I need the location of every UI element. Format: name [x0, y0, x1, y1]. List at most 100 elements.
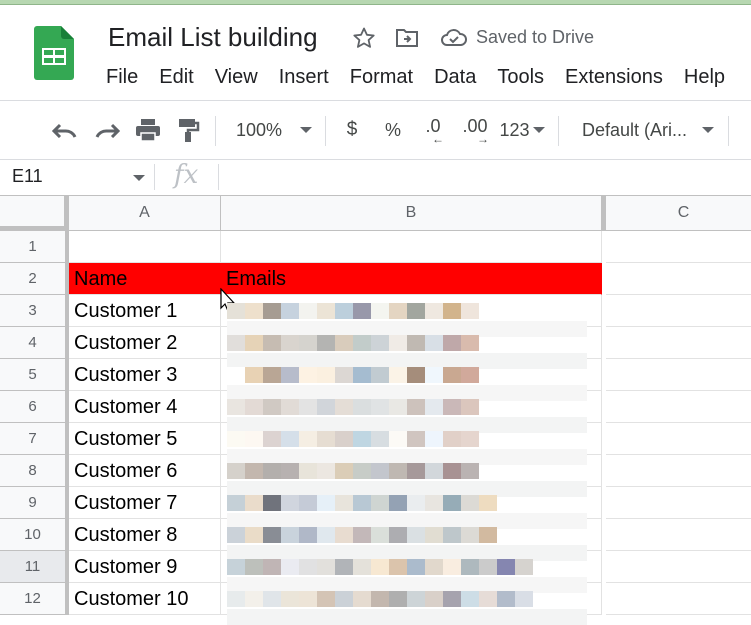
row-header-2[interactable]: 2	[0, 263, 69, 295]
document-title[interactable]: Email List building	[108, 22, 318, 53]
menu-data[interactable]: Data	[434, 66, 476, 89]
column-header-a[interactable]: A	[69, 196, 221, 231]
menu-format[interactable]: Format	[350, 66, 413, 89]
cell-a2[interactable]: Name	[69, 263, 221, 295]
cell-a10[interactable]: Customer 8	[69, 519, 221, 551]
percent-format-button[interactable]: %	[380, 110, 406, 150]
save-status[interactable]: Saved to Drive	[476, 27, 594, 48]
cell-c4[interactable]	[606, 327, 751, 359]
redacted-pixel	[461, 431, 479, 447]
redacted-pixel	[317, 335, 335, 351]
redacted-pixel	[425, 399, 443, 415]
currency-format-button[interactable]: $	[338, 110, 366, 150]
move-to-folder-icon[interactable]	[393, 24, 421, 52]
redacted-pixel	[245, 335, 263, 351]
redacted-pixel	[317, 303, 335, 319]
chevron-down-icon	[300, 127, 312, 133]
cell-a12[interactable]: Customer 10	[69, 583, 221, 615]
redacted-pixel	[407, 591, 425, 607]
cell-a1[interactable]	[69, 231, 221, 263]
font-select[interactable]: Default (Ari...	[572, 110, 722, 150]
row-header-11[interactable]: 11	[0, 551, 69, 583]
cell-c12[interactable]	[606, 583, 751, 615]
cell-c6[interactable]	[606, 391, 751, 423]
cell-c5[interactable]	[606, 359, 751, 391]
menu-tools[interactable]: Tools	[497, 66, 544, 89]
paint-format-button[interactable]	[175, 110, 203, 150]
more-formats-button[interactable]: 123	[497, 110, 547, 150]
cloud-saved-icon[interactable]	[439, 24, 469, 52]
redacted-pixel	[245, 527, 263, 543]
cell-c7[interactable]	[606, 423, 751, 455]
redacted-pixel	[299, 399, 317, 415]
cell-a5[interactable]: Customer 3	[69, 359, 221, 391]
divider	[0, 159, 751, 160]
cell-a3[interactable]: Customer 1	[69, 295, 221, 327]
name-box[interactable]: E11	[12, 166, 43, 187]
redacted-pixel	[335, 559, 353, 575]
menu-edit[interactable]: Edit	[159, 66, 193, 89]
name-box-dropdown-icon[interactable]	[133, 175, 145, 181]
row-header-12[interactable]: 12	[0, 583, 69, 615]
row-header-9[interactable]: 9	[0, 487, 69, 519]
menu-file[interactable]: File	[106, 66, 138, 89]
sheets-logo-icon[interactable]	[34, 26, 74, 80]
cell-b2[interactable]: Emails	[221, 263, 602, 295]
redacted-pixel	[317, 527, 335, 543]
redo-button[interactable]	[92, 110, 122, 150]
more-formats-label: 123	[499, 119, 530, 140]
decrease-decimals-button[interactable]: .0 ←	[416, 110, 450, 150]
menu-extensions[interactable]: Extensions	[565, 66, 663, 89]
redacted-pixel	[353, 303, 371, 319]
zoom-select[interactable]: 100%	[226, 110, 322, 150]
cell-a6[interactable]: Customer 4	[69, 391, 221, 423]
star-icon[interactable]	[350, 24, 378, 52]
redacted-pixel	[227, 591, 245, 607]
divider	[154, 164, 155, 190]
redacted-pixel	[299, 303, 317, 319]
redacted-pixel	[335, 335, 353, 351]
menu-help[interactable]: Help	[684, 66, 725, 89]
cell-a8[interactable]: Customer 6	[69, 455, 221, 487]
cell-c9[interactable]	[606, 487, 751, 519]
cell-a7[interactable]: Customer 5	[69, 423, 221, 455]
menu-view[interactable]: View	[215, 66, 258, 89]
row-header-6[interactable]: 6	[0, 391, 69, 423]
cell-a11[interactable]: Customer 9	[69, 551, 221, 583]
cell-b1[interactable]	[221, 231, 602, 263]
fx-icon: fx	[174, 160, 199, 190]
cell-c10[interactable]	[606, 519, 751, 551]
cell-c3[interactable]	[606, 295, 751, 327]
redacted-pixel	[245, 495, 263, 511]
cell-c11[interactable]	[606, 551, 751, 583]
cell-c1[interactable]	[606, 231, 751, 263]
column-header-b[interactable]: B	[221, 196, 602, 231]
formula-input[interactable]	[222, 162, 751, 192]
menu-insert[interactable]: Insert	[279, 66, 329, 89]
select-all-corner[interactable]	[0, 196, 69, 231]
row-header-4[interactable]: 4	[0, 327, 69, 359]
increase-decimals-button[interactable]: .00 →	[456, 110, 494, 150]
divider	[0, 100, 751, 101]
redacted-pixel	[317, 559, 335, 575]
row-header-5[interactable]: 5	[0, 359, 69, 391]
redacted-pixel	[227, 495, 245, 511]
row-header-10[interactable]: 10	[0, 519, 69, 551]
cell-a9[interactable]: Customer 7	[69, 487, 221, 519]
cell-a4[interactable]: Customer 2	[69, 327, 221, 359]
row-header-7[interactable]: 7	[0, 423, 69, 455]
print-button[interactable]	[133, 110, 163, 150]
row-header-3[interactable]: 3	[0, 295, 69, 327]
redacted-pixel	[353, 559, 371, 575]
undo-button[interactable]	[50, 110, 80, 150]
redacted-pixel	[425, 463, 443, 479]
row-header-1[interactable]: 1	[0, 231, 69, 263]
cell-c2[interactable]	[606, 263, 751, 295]
redacted-pixel	[281, 559, 299, 575]
column-header-c[interactable]: C	[602, 196, 751, 231]
redacted-pixel	[389, 367, 407, 383]
cell-c8[interactable]	[606, 455, 751, 487]
redacted-pixel	[371, 591, 389, 607]
redacted-pixel	[461, 303, 479, 319]
row-header-8[interactable]: 8	[0, 455, 69, 487]
